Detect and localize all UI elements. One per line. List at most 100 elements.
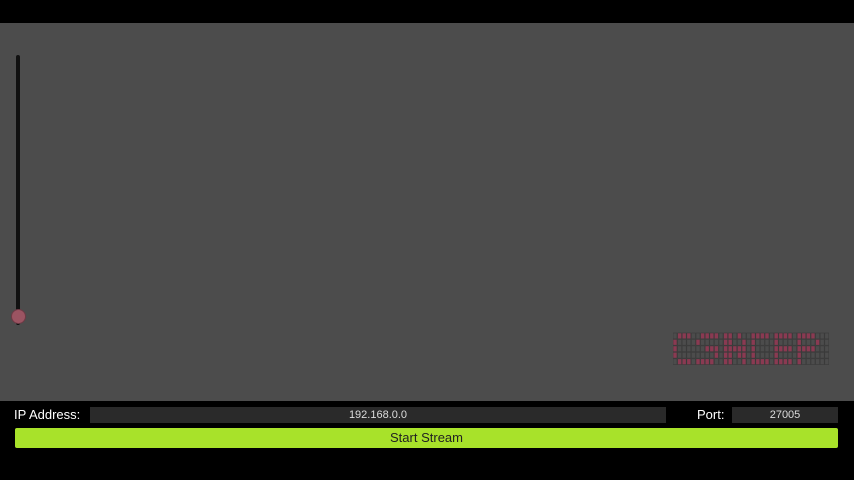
logo-cell: [723, 332, 728, 340]
logo-cell: [714, 332, 719, 340]
logo-cell: [806, 345, 811, 353]
logo-cell: [691, 358, 696, 365]
vertical-slider-track[interactable]: [16, 55, 20, 325]
logo-cell: [709, 358, 715, 365]
slider-thumb[interactable]: [11, 309, 26, 324]
logo-cell: [732, 345, 738, 353]
logo-cell: [796, 339, 802, 346]
logo-cell: [810, 332, 816, 340]
logo-cell: [750, 345, 756, 353]
logo-cell: [677, 345, 682, 353]
logo-cell: [673, 345, 678, 353]
logo-cell: [783, 358, 788, 365]
logo-cell: [714, 358, 719, 365]
logo-cell: [778, 358, 784, 365]
logo-cell: [746, 358, 751, 365]
logo-cell: [755, 358, 761, 365]
logo-cell: [792, 345, 797, 353]
logo-cell: [764, 339, 770, 346]
pixel-grid-logo: [673, 332, 829, 365]
logo-cell: [810, 339, 816, 346]
port-input[interactable]: 27005: [732, 407, 838, 423]
logo-cell: [755, 345, 761, 353]
logo-cell: [819, 351, 825, 359]
logo-cell: [718, 332, 724, 340]
logo-cell: [681, 332, 687, 340]
logo-cell: [704, 345, 710, 353]
logo-cell: [796, 358, 802, 365]
logo-cell: [778, 339, 784, 346]
logo-cell: [806, 339, 811, 346]
logo-cell: [787, 345, 793, 353]
logo-cell: [810, 351, 816, 359]
logo-cell: [824, 339, 829, 346]
logo-cell: [686, 339, 692, 346]
logo-cell: [718, 351, 724, 359]
logo-cell: [773, 351, 779, 359]
logo-cell: [709, 351, 715, 359]
logo-cell: [704, 358, 710, 365]
logo-cell: [704, 339, 710, 346]
logo-cell: [801, 339, 807, 346]
logo-cell: [773, 358, 779, 365]
logo-cell: [815, 351, 820, 359]
logo-cell: [714, 339, 719, 346]
logo-cell: [741, 358, 747, 365]
logo-cell: [746, 332, 751, 340]
logo-cell: [760, 345, 765, 353]
logo-cell: [681, 345, 687, 353]
logo-cell: [810, 358, 816, 365]
logo-cell: [695, 358, 701, 365]
logo-cell: [727, 339, 733, 346]
logo-cell: [741, 339, 747, 346]
logo-cell: [741, 345, 747, 353]
logo-cell: [681, 358, 687, 365]
logo-cell: [746, 339, 751, 346]
start-stream-button[interactable]: Start Stream: [15, 428, 838, 448]
logo-cell: [727, 345, 733, 353]
logo-cell: [700, 339, 705, 346]
logo-cell: [755, 351, 761, 359]
logo-cell: [709, 332, 715, 340]
logo-cell: [677, 351, 682, 359]
logo-cell: [732, 339, 738, 346]
logo-cell: [773, 332, 779, 340]
logo-cell: [819, 345, 825, 353]
logo-cell: [778, 332, 784, 340]
logo-cell: [718, 345, 724, 353]
logo-cell: [796, 332, 802, 340]
logo-cell: [760, 358, 765, 365]
logo-cell: [806, 332, 811, 340]
logo-cell: [691, 345, 696, 353]
logo-cell: [792, 332, 797, 340]
logo-cell: [769, 345, 774, 353]
logo-cell: [783, 351, 788, 359]
logo-cell: [727, 351, 733, 359]
logo-cell: [773, 339, 779, 346]
ip-address-input[interactable]: 192.168.0.0: [90, 407, 666, 423]
logo-cell: [787, 358, 793, 365]
logo-cell: [801, 345, 807, 353]
logo-cell: [769, 332, 774, 340]
port-label: Port:: [697, 407, 725, 422]
logo-cell: [677, 339, 682, 346]
logo-cell: [810, 345, 816, 353]
logo-cell: [750, 358, 756, 365]
logo-cell: [769, 339, 774, 346]
logo-cell: [792, 339, 797, 346]
logo-cell: [815, 339, 820, 346]
top-bar: [0, 0, 854, 23]
logo-cell: [778, 345, 784, 353]
logo-cell: [714, 345, 719, 353]
logo-cell: [801, 358, 807, 365]
logo-cell: [673, 351, 678, 359]
logo-cell: [746, 345, 751, 353]
logo-cell: [815, 358, 820, 365]
ip-address-label: IP Address:: [14, 407, 81, 422]
logo-cell: [737, 351, 742, 359]
logo-cell: [760, 332, 765, 340]
logo-cell: [714, 351, 719, 359]
logo-cell: [783, 332, 788, 340]
logo-cell: [764, 351, 770, 359]
logo-cell: [732, 358, 738, 365]
